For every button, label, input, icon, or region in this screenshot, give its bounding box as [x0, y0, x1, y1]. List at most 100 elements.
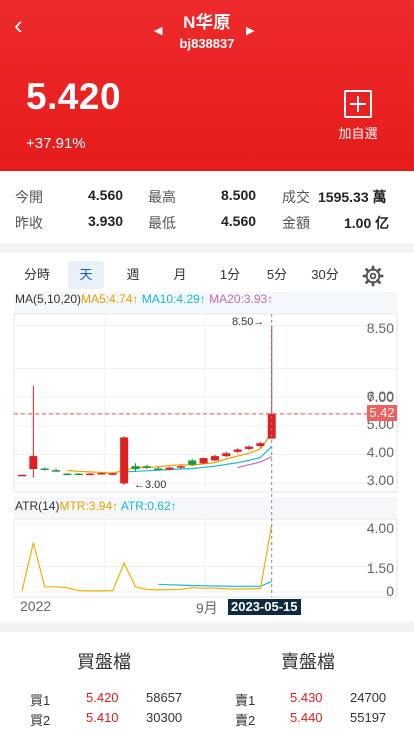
candle-body [63, 473, 72, 476]
candle-body [154, 468, 163, 470]
candle-body [29, 456, 38, 470]
ma-legend-label: MA(5,10,20) [15, 292, 82, 306]
tab-week[interactable]: 週 [115, 261, 151, 289]
candle-body [222, 453, 231, 457]
stock-title: N华原 bj838837 [0, 8, 414, 51]
quote-value: 1595.33 萬 [318, 189, 387, 205]
ma-legend: MA(5,10,20)MA5:4.74↑ MA10:4.29↑ MA20:3.9… [15, 292, 273, 306]
mtr-line [21, 524, 273, 592]
order-book: 買盤檔 賣盤檔 買1 5.420 58657 賣1 5.430 24700 買2… [0, 634, 414, 736]
quote-label: 最低 [148, 215, 176, 231]
add-watchlist-label: 加自選 [338, 126, 378, 141]
price-change: +37.91% [26, 135, 86, 152]
tab-day[interactable]: 天 [68, 261, 104, 289]
ma5-value: MA5:4.74↑ [81, 292, 139, 306]
kline-chart[interactable]: MA(5,10,20)MA5:4.74↑ MA10:4.29↑ MA20:3.9… [0, 292, 414, 616]
candle-body [97, 473, 106, 475]
quote-value: 3.930 [88, 213, 124, 229]
candle-body [74, 473, 83, 476]
atr-value: ATR:0.62↑ [120, 499, 177, 513]
atr-legend-label: ATR(14) [15, 499, 60, 513]
price-tick: 6.00 [366, 388, 394, 404]
quote-value: 1.00 亿 [344, 215, 390, 231]
candle-body [52, 470, 61, 472]
price-tick: 3.00 [366, 472, 394, 488]
section-divider [0, 622, 414, 632]
stock-code: bj838837 [179, 36, 235, 51]
order-book-row: 買1 5.420 58657 賣1 5.430 24700 [0, 690, 414, 710]
tab-month[interactable]: 月 [162, 261, 198, 289]
candle-body [18, 474, 26, 477]
prev-stock-icon[interactable]: ◀ [154, 24, 162, 37]
atr-line [158, 580, 272, 587]
atr-tick: 4.00 [366, 520, 394, 536]
candle-body [86, 473, 95, 476]
candle-body [142, 466, 151, 468]
tab-time[interactable]: 分時 [19, 261, 55, 289]
x-label: 9月 [196, 600, 218, 616]
candle-body [199, 458, 208, 464]
candle-body [188, 460, 197, 465]
candle-body [120, 437, 129, 484]
quote-value: 8.500 [221, 187, 257, 203]
order-book-row: 買2 5.410 30300 賣2 5.440 55197 [0, 710, 414, 730]
tab-5min[interactable]: 5分 [259, 261, 295, 289]
candle-body [108, 473, 117, 475]
quote-grid: 今開 4.560 最高 8.500 成交 1595.33 萬 昨收 3.930 … [0, 171, 414, 243]
atr-tick: 1.50 [366, 560, 394, 576]
buy-volume: 30300 [146, 710, 183, 725]
candle-body [245, 446, 253, 449]
buy-book-title: 買盤檔 [77, 652, 131, 672]
mtr-value: MTR:3.94↑ [59, 499, 119, 513]
ma20-value: MA20:3.93↑ [209, 292, 274, 306]
sell-level-label: 賣2 [235, 713, 256, 728]
sell-book-title: 賣盤檔 [281, 652, 335, 672]
atr-tick: 0 [386, 583, 394, 599]
sell-volume: 55197 [350, 710, 387, 725]
candle-body [40, 468, 49, 470]
section-divider [0, 243, 414, 253]
buy-price: 5.410 [86, 710, 119, 725]
buy-volume: 58657 [146, 690, 183, 705]
price-tick: 4.00 [366, 444, 394, 460]
sell-price: 5.440 [290, 710, 323, 725]
buy-price: 5.420 [86, 690, 119, 705]
period-tabs: 分時 天 週 月 1分 5分 30分 [0, 257, 414, 293]
high-annotation: 8.50→ [232, 316, 265, 328]
price-tick: 8.50 [366, 320, 394, 336]
quote-row: 今開 4.560 最高 8.500 成交 1595.33 萬 [0, 187, 414, 211]
next-stock-icon[interactable]: ▶ [246, 24, 254, 37]
stock-name: N华原 [183, 13, 231, 32]
quote-value: 4.560 [221, 213, 257, 229]
quote-label: 昨收 [15, 215, 43, 231]
tab-1min[interactable]: 1分 [212, 261, 248, 289]
candle-body [131, 466, 140, 470]
candle-body [165, 467, 174, 470]
quote-label: 最高 [148, 189, 176, 205]
quote-label: 今開 [15, 189, 43, 205]
candle-body [176, 466, 185, 468]
low-annotation: ←3.00 [134, 479, 167, 491]
crosshair-date-tag: 2023-05-15 [228, 599, 301, 615]
gear-icon[interactable] [362, 265, 384, 287]
crosshair-price-tag: 5.42 [367, 405, 397, 421]
stock-header: ‹ N华原 bj838837 ◀ ▶ 5.420 +37.91% 加自選 [0, 0, 414, 171]
current-price: 5.420 [26, 76, 122, 117]
candle-body [256, 443, 265, 447]
candle-body [233, 449, 242, 452]
ma10-value: MA10:4.29↑ [141, 292, 206, 306]
sell-price: 5.430 [290, 690, 323, 705]
buy-level-label: 買1 [30, 693, 51, 708]
quote-value: 4.560 [88, 187, 124, 203]
tab-30min[interactable]: 30分 [305, 261, 345, 289]
candle-body [210, 456, 219, 461]
add-watchlist-button[interactable]: 加自選 [335, 90, 381, 142]
quote-label: 金額 [282, 215, 310, 231]
quote-row: 昨收 3.930 最低 4.560 金額 1.00 亿 [0, 213, 414, 237]
sell-volume: 24700 [350, 690, 387, 705]
plus-square-icon [344, 90, 372, 118]
sell-level-label: 賣1 [235, 693, 256, 708]
kline-svg[interactable] [0, 292, 414, 616]
x-label: 2022 [20, 598, 52, 614]
atr-legend: ATR(14)MTR:3.94↑ ATR:0.62↑ [15, 499, 177, 513]
